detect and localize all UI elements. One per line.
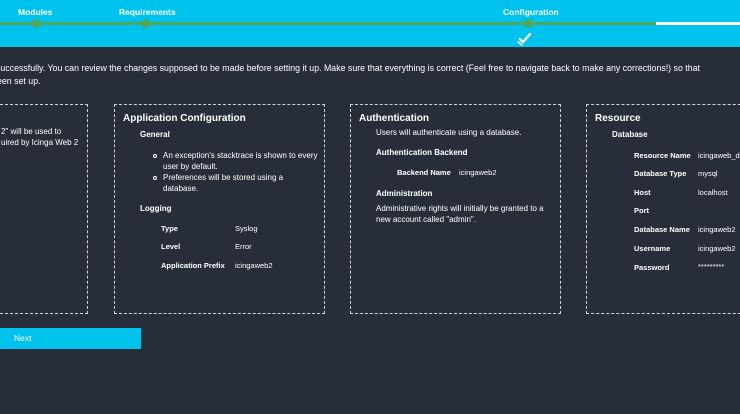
step-configuration-dot xyxy=(524,19,533,28)
logging-level-label: Level xyxy=(161,242,181,251)
host-value: localhost xyxy=(698,188,728,197)
wizard-progress-bar: Modules Requirements Configuration xyxy=(0,0,740,47)
intro-line-2: een set up. xyxy=(0,76,41,86)
database-name-label: Database Name xyxy=(634,225,690,234)
logging-heading: Logging xyxy=(140,204,172,213)
bullet-stacktrace: An exception's stacktrace is shown to ev… xyxy=(149,151,319,172)
username-label: Username xyxy=(634,244,671,253)
module-summary-line-2: uired by Icinga Web 2 xyxy=(1,138,79,147)
database-type-value: mysql xyxy=(698,169,718,178)
administration-text: Administrative rights will initially be … xyxy=(376,204,544,224)
password-label: Password xyxy=(634,263,670,272)
database-name-value: icingaweb2 xyxy=(698,225,736,234)
progress-track-remaining xyxy=(656,22,740,25)
database-type-label: Database Type xyxy=(634,169,687,178)
check-arrow-icon xyxy=(517,32,532,46)
step-requirements-dot xyxy=(141,19,150,28)
authentication-card: Authentication Users will authenticate u… xyxy=(350,104,561,314)
step-modules-dot xyxy=(31,19,40,28)
intro-line-1: successfully. You can review the changes… xyxy=(0,63,700,73)
logging-type-value: Syslog xyxy=(235,224,258,233)
module-summary-line-1: 2" will be used to xyxy=(1,127,62,136)
next-button-label: Next xyxy=(14,333,32,343)
step-requirements[interactable]: Requirements xyxy=(119,7,176,17)
backend-name-label: Backend Name xyxy=(397,168,451,177)
authentication-intro: Users will authenticate using a database… xyxy=(376,128,522,137)
summary-intro-text: successfully. You can review the changes… xyxy=(0,62,740,88)
port-label: Port xyxy=(634,206,649,215)
resource-name-label: Resource Name xyxy=(634,151,691,160)
app-config-title: Application Configuration xyxy=(123,113,246,124)
resource-title: Resource xyxy=(595,113,641,124)
host-label: Host xyxy=(634,188,651,197)
resource-name-value: icingaweb_db xyxy=(698,151,740,160)
step-modules[interactable]: Modules xyxy=(18,7,52,17)
module-summary-card: 2" will be used to uired by Icinga Web 2 xyxy=(0,104,88,314)
logging-prefix-label: Application Prefix xyxy=(161,261,225,270)
backend-name-value: icingaweb2 xyxy=(459,168,497,177)
next-button[interactable]: Next xyxy=(0,328,141,349)
bullet-preferences: Preferences will be stored using a datab… xyxy=(149,173,319,194)
logging-prefix-value: icingaweb2 xyxy=(235,261,273,270)
resource-card: Resource Database Resource Name icingawe… xyxy=(586,104,740,314)
step-configuration[interactable]: Configuration xyxy=(503,7,559,17)
application-configuration-card: Application Configuration General An exc… xyxy=(114,104,325,314)
logging-level-value: Error xyxy=(235,242,252,251)
authentication-title: Authentication xyxy=(359,113,429,124)
username-value: icingaweb2 xyxy=(698,244,736,253)
password-value: ********* xyxy=(698,262,725,271)
administration-heading: Administration xyxy=(376,189,433,198)
general-bullets: An exception's stacktrace is shown to ev… xyxy=(149,151,319,195)
progress-track-done xyxy=(0,22,656,25)
auth-backend-heading: Authentication Backend xyxy=(376,148,468,157)
general-heading: General xyxy=(140,130,170,139)
database-heading: Database xyxy=(612,130,648,139)
logging-type-label: Type xyxy=(161,224,178,233)
